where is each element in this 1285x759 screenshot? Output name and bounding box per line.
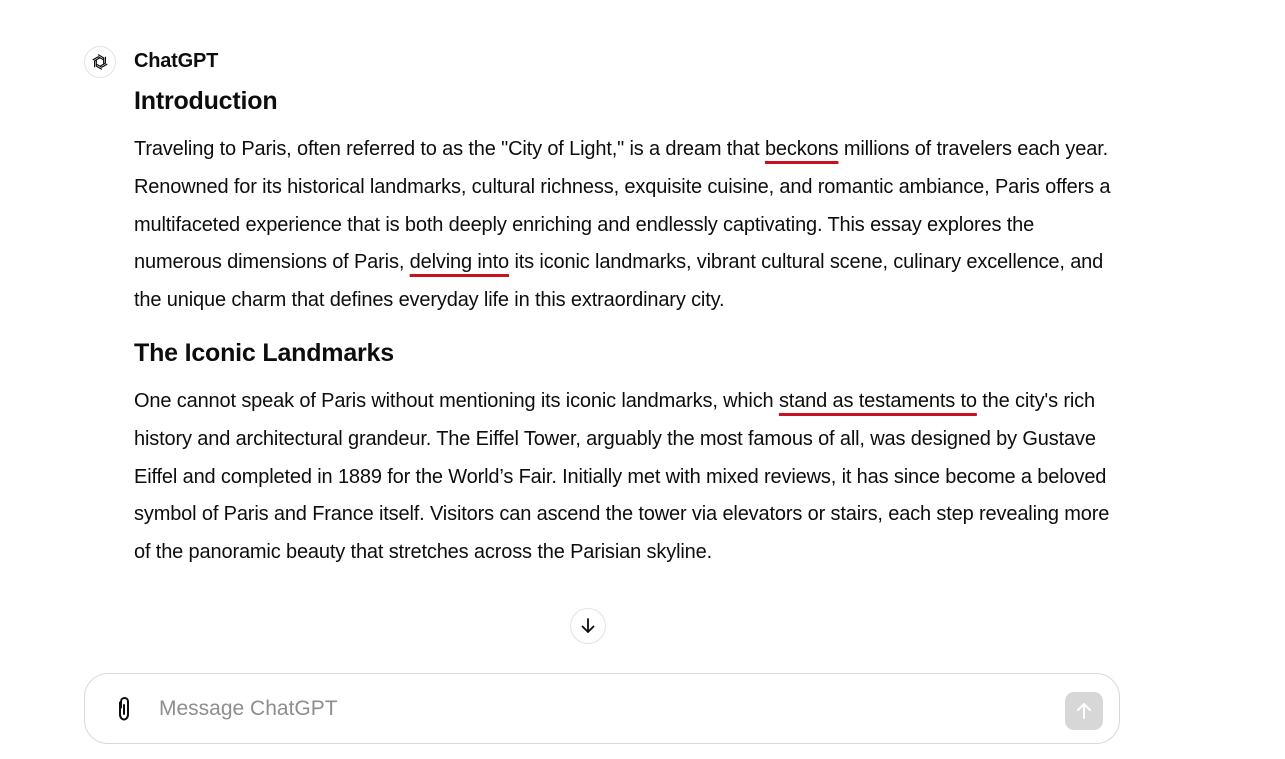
message-composer [84, 673, 1120, 744]
message-sender-name: ChatGPT [134, 50, 219, 72]
section-heading: Introduction [134, 87, 278, 115]
arrow-up-icon [1073, 700, 1095, 722]
section-paragraph: One cannot speak of Paris without mentio… [134, 383, 1124, 572]
section-paragraph: Traveling to Paris, often referred to as… [134, 131, 1124, 320]
section-heading: The Iconic Landmarks [134, 338, 394, 367]
paperclip-icon [113, 696, 135, 722]
openai-logo-icon [84, 46, 116, 78]
send-button[interactable] [1065, 692, 1103, 730]
arrow-down-icon [578, 616, 598, 636]
scroll-to-bottom-button[interactable] [570, 608, 606, 644]
attach-file-button[interactable] [109, 694, 139, 724]
underlined-phrase: stand as testaments to [778, 389, 977, 412]
paragraph-text: Traveling to Paris, often referred to as… [134, 138, 765, 160]
underlined-phrase: delving into [409, 251, 510, 274]
underlined-phrase: beckons [764, 138, 839, 160]
paragraph-text: One cannot speak of Paris without mentio… [134, 389, 779, 412]
assistant-message: Introduction Traveling to Paris, often r… [134, 84, 1124, 572]
paragraph-text: the city's rich history and architectura… [134, 389, 1110, 564]
chat-page: ChatGPT Introduction Traveling to Paris,… [0, 0, 1285, 759]
message-input[interactable] [159, 690, 1039, 728]
